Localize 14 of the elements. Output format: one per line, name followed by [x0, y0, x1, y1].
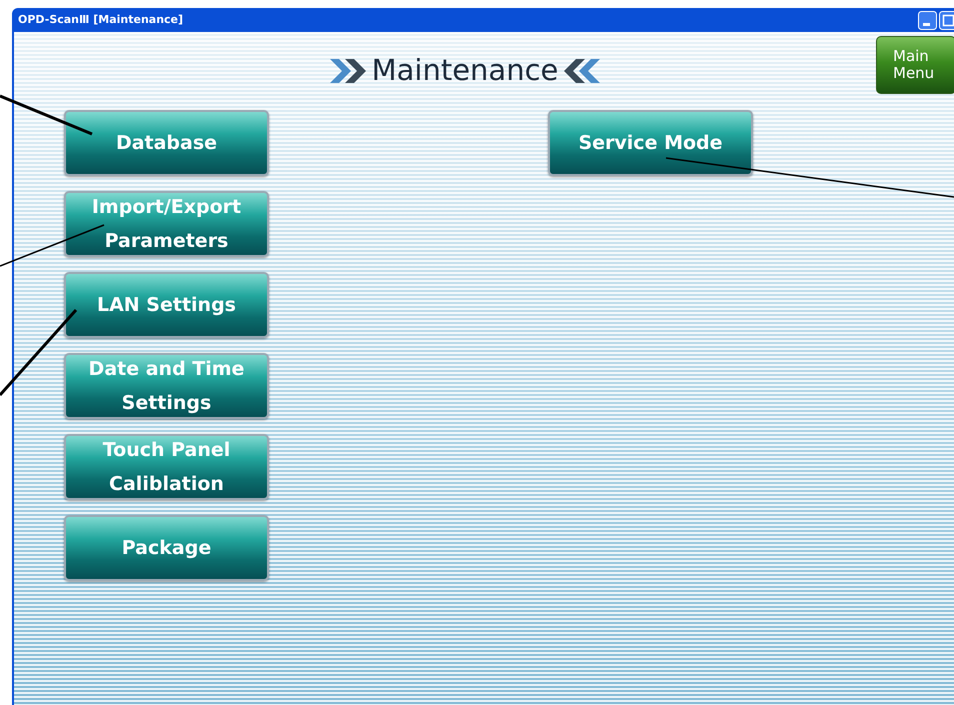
- menu-button[interactable]: LAN Settings: [64, 272, 269, 338]
- menu-button[interactable]: Service Mode: [548, 110, 753, 176]
- menu-button[interactable]: Date and Time Settings: [64, 353, 269, 419]
- menu-button[interactable]: Package: [64, 515, 269, 581]
- minimize-icon[interactable]: [918, 10, 937, 30]
- menu-button[interactable]: Import/Export Parameters: [64, 191, 269, 257]
- double-chevron-icon: [562, 58, 600, 82]
- page-title: Maintenance: [372, 56, 558, 85]
- menu-button[interactable]: Touch Panel Caliblation: [64, 434, 269, 500]
- main-menu-button[interactable]: Main Menu: [876, 36, 954, 94]
- double-chevron-icon: [330, 58, 368, 82]
- window-title: OPD-ScanⅢ [Maintenance]: [18, 12, 184, 28]
- maximize-icon[interactable]: [939, 10, 954, 30]
- menu-button[interactable]: Database: [64, 110, 269, 176]
